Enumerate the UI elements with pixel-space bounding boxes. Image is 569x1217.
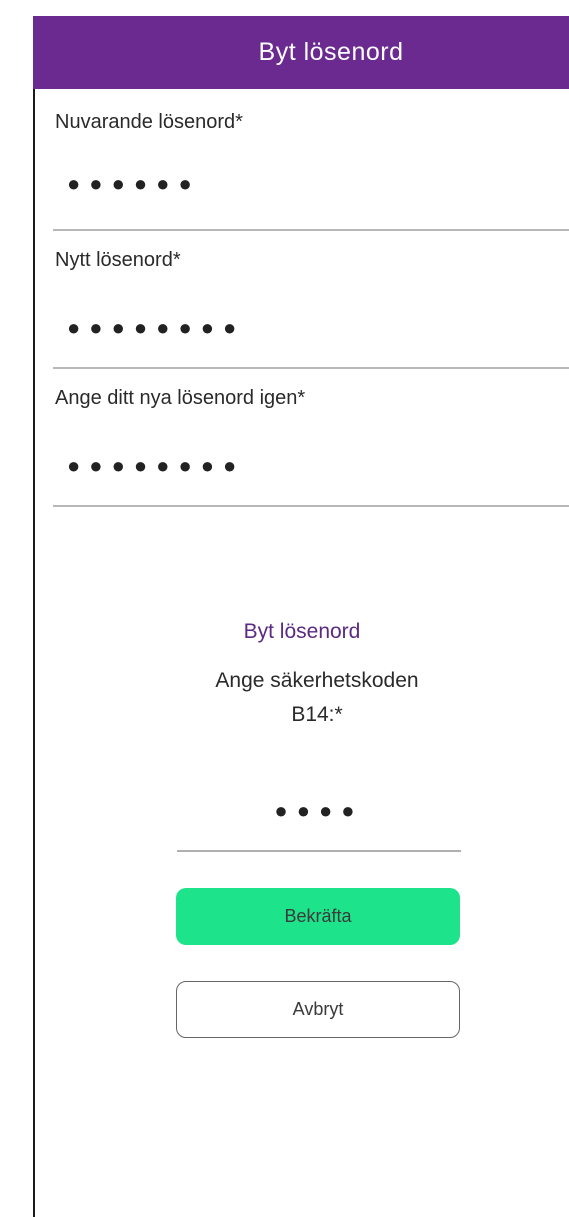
- security-code-underline: [177, 850, 461, 852]
- confirm-password-input[interactable]: ●●●●●●●●: [67, 453, 245, 479]
- confirm-button[interactable]: Bekräfta: [176, 888, 460, 945]
- new-password-field[interactable]: Nytt lösenord* ●●●●●●●●: [35, 233, 569, 371]
- new-password-input[interactable]: ●●●●●●●●: [67, 315, 245, 341]
- current-password-field[interactable]: Nuvarande lösenord* ●●●●●●: [35, 89, 569, 233]
- security-code-prompt: Ange säkerhetskoden B14:*: [150, 664, 484, 732]
- confirm-password-field[interactable]: Ange ditt nya lösenord igen* ●●●●●●●●: [35, 371, 569, 511]
- header-bar: Byt lösenord: [33, 16, 569, 89]
- new-password-underline: [53, 367, 569, 369]
- confirm-password-underline: [53, 505, 569, 507]
- confirm-password-label: Ange ditt nya lösenord igen*: [55, 387, 306, 409]
- security-code-prompt-line2: B14:*: [291, 703, 343, 726]
- current-password-underline: [53, 229, 569, 231]
- dialog-title: Byt lösenord: [243, 620, 361, 643]
- new-password-label: Nytt lösenord*: [55, 249, 181, 271]
- security-code-prompt-line1: Ange säkerhetskoden: [215, 669, 419, 692]
- security-code-input[interactable]: ●●●●: [177, 798, 461, 824]
- current-password-input[interactable]: ●●●●●●: [67, 171, 201, 197]
- current-password-label: Nuvarande lösenord*: [55, 111, 243, 133]
- cancel-button[interactable]: Avbryt: [176, 981, 460, 1038]
- page-title: Byt lösenord: [258, 38, 404, 66]
